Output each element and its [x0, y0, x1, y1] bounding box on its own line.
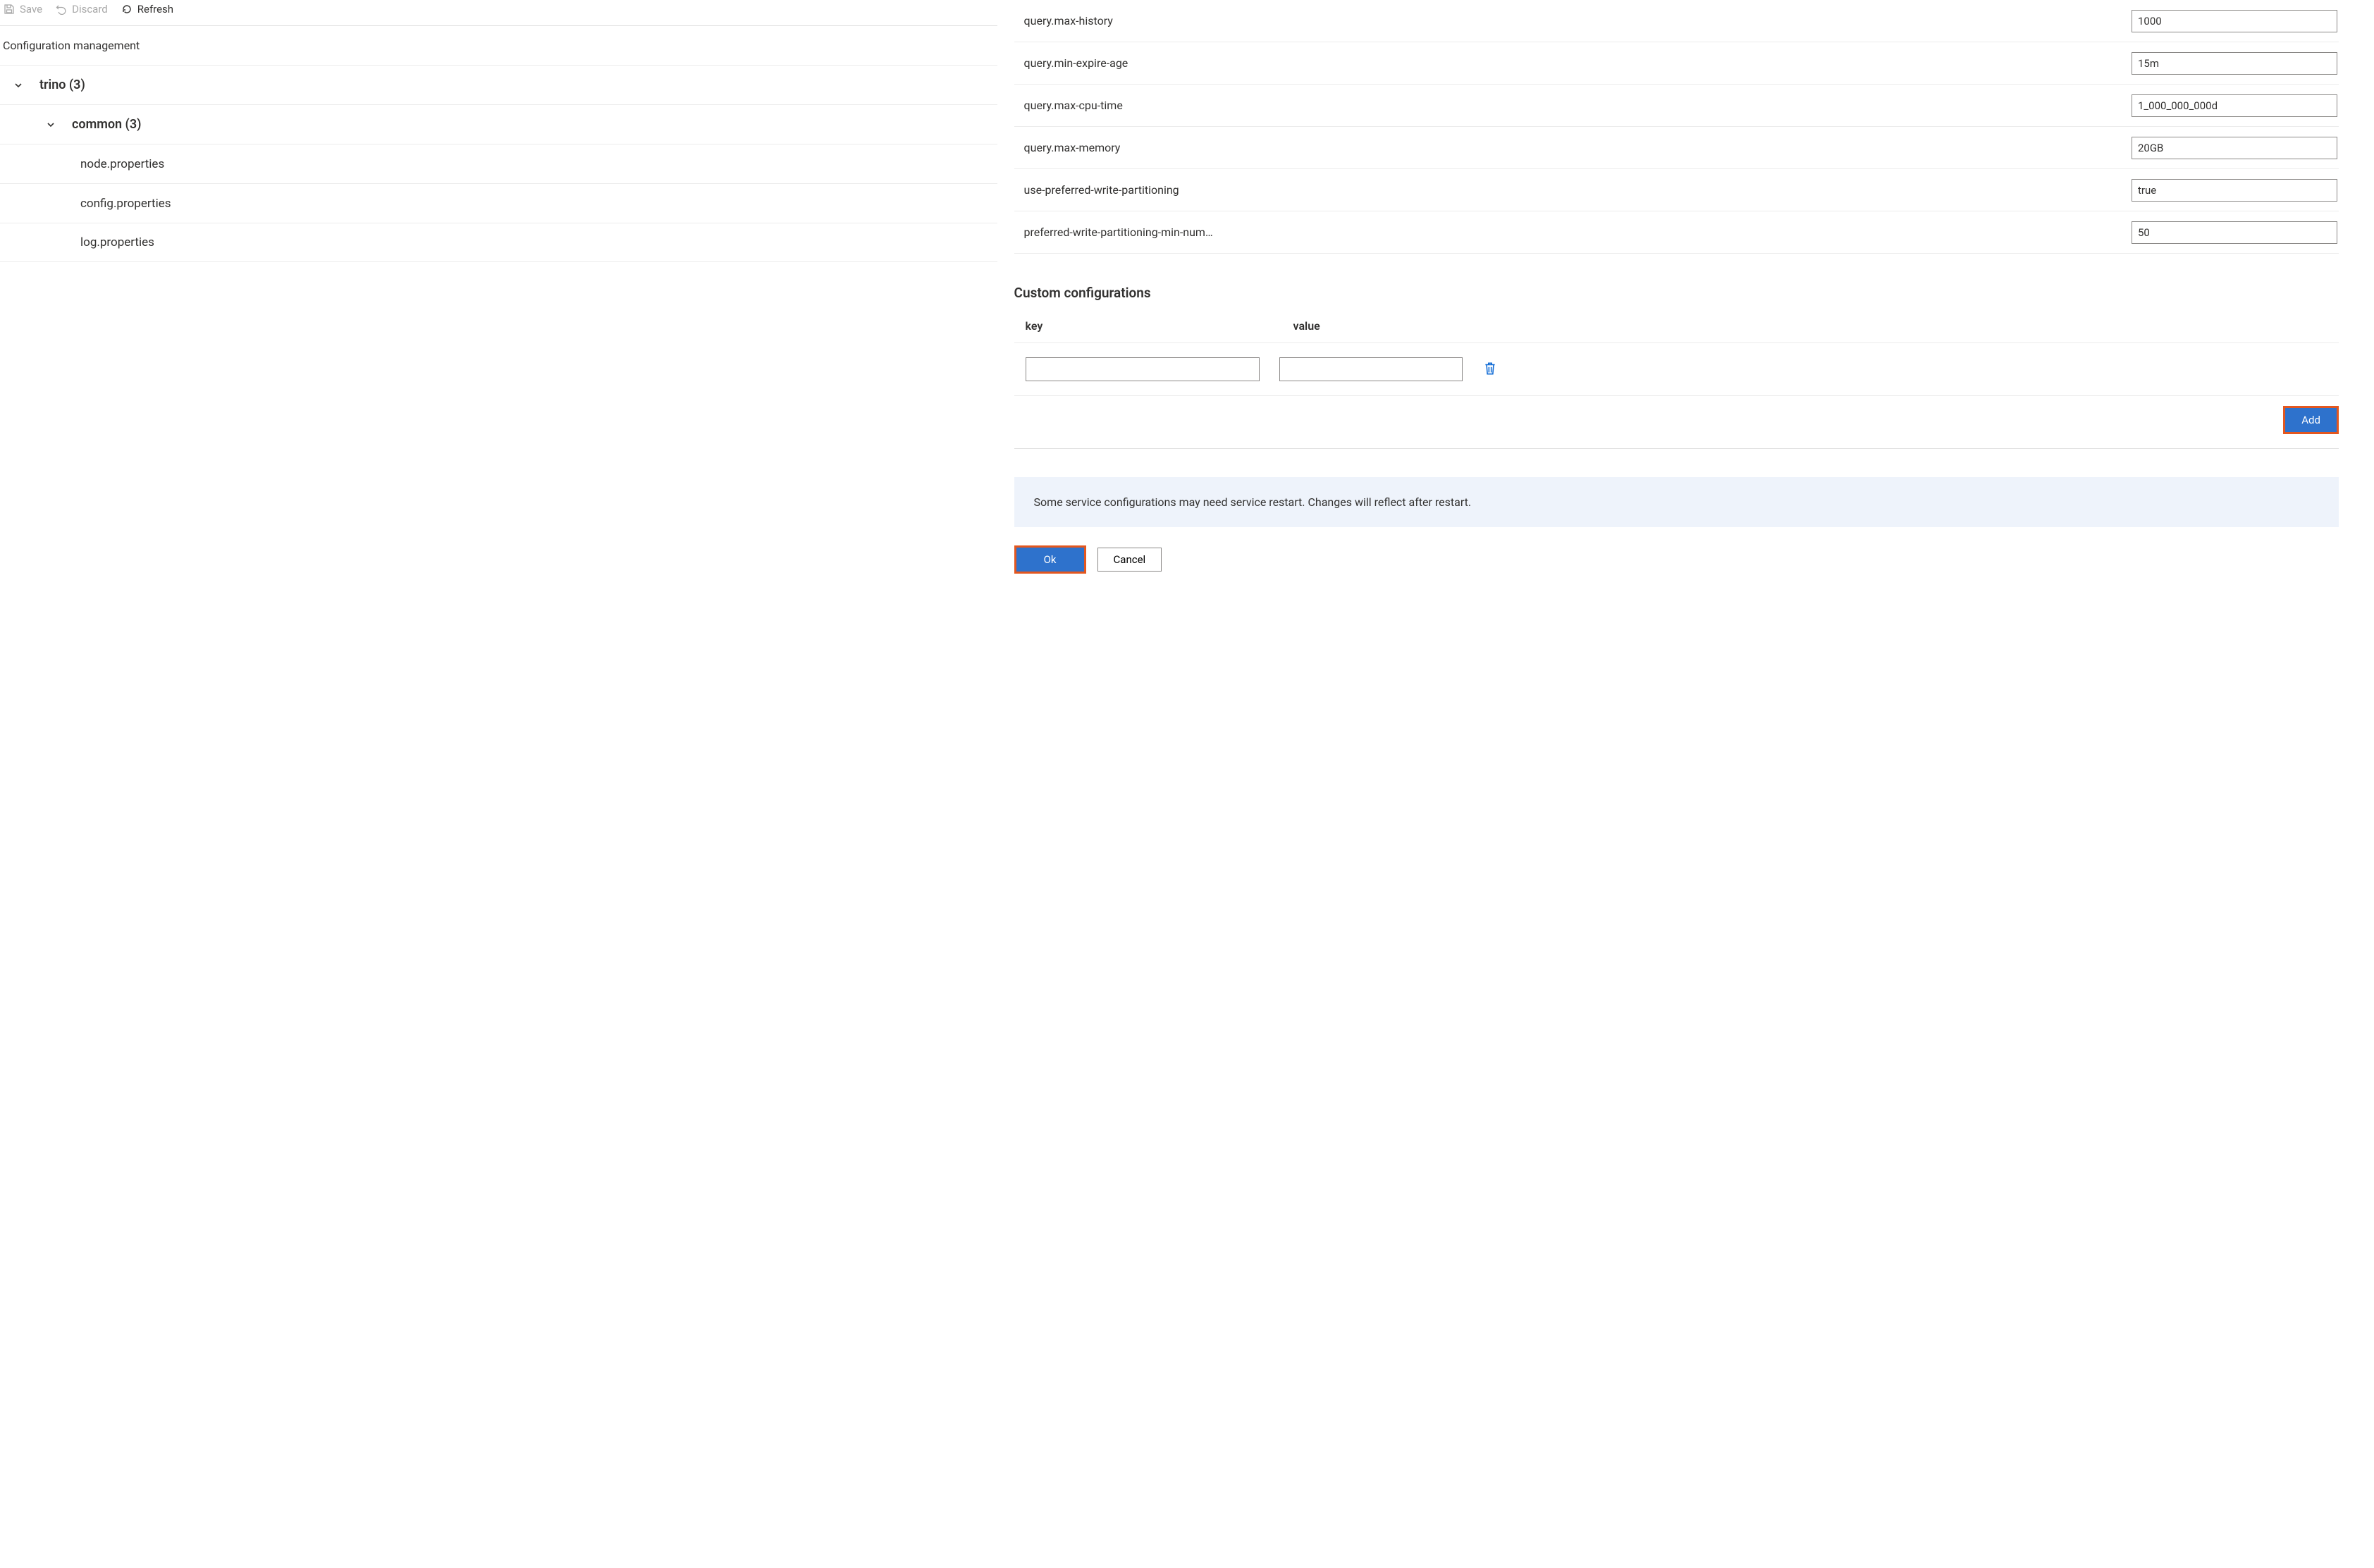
refresh-button[interactable]: Refresh	[121, 3, 173, 16]
custom-headers: key value	[1014, 319, 2339, 343]
custom-value-header: value	[1293, 319, 1320, 333]
tree-node-trino[interactable]: trino (3)	[0, 65, 997, 104]
tree-node-common[interactable]: common (3)	[0, 104, 997, 144]
page-title: Configuration management	[0, 26, 997, 65]
refresh-icon	[121, 3, 133, 16]
tree-label: trino (3)	[39, 78, 85, 92]
refresh-label: Refresh	[137, 3, 173, 16]
tree-leaf-config-properties[interactable]: config.properties	[0, 183, 997, 223]
chevron-down-icon	[13, 81, 24, 89]
tree-leaf-node-properties[interactable]: node.properties	[0, 144, 997, 183]
custom-key-input[interactable]	[1026, 357, 1260, 381]
config-input-preferred-write-partitioning-min-num[interactable]	[2132, 221, 2337, 244]
toolbar: Save Discard Refresh	[0, 0, 997, 26]
config-row: use-preferred-write-partitioning	[1014, 169, 2339, 211]
custom-config-row	[1014, 343, 2339, 396]
tree-label: config.properties	[80, 197, 171, 211]
config-input-query-max-memory[interactable]	[2132, 137, 2337, 159]
add-row: Add	[1014, 396, 2339, 449]
custom-key-header: key	[1026, 319, 1293, 333]
ok-button-highlight: Ok	[1014, 545, 1086, 574]
config-tree: trino (3) common (3) node.properties con…	[0, 65, 997, 262]
save-icon	[3, 3, 16, 16]
info-banner: Some service configurations may need ser…	[1014, 477, 2339, 527]
discard-button[interactable]: Discard	[55, 3, 108, 16]
cancel-button[interactable]: Cancel	[1097, 548, 1162, 572]
discard-label: Discard	[72, 3, 108, 16]
config-label: query.min-expire-age	[1024, 56, 1128, 70]
config-input-use-preferred-write-partitioning[interactable]	[2132, 179, 2337, 202]
save-button[interactable]: Save	[3, 3, 42, 16]
save-label: Save	[20, 3, 42, 16]
config-row: query.max-history	[1014, 0, 2339, 42]
custom-value-input[interactable]	[1279, 357, 1463, 381]
config-label: query.max-cpu-time	[1024, 99, 1123, 112]
config-input-query-max-cpu-time[interactable]	[2132, 94, 2337, 117]
config-row: query.max-memory	[1014, 127, 2339, 169]
tree-label: log.properties	[80, 235, 154, 249]
config-input-query-max-history[interactable]	[2132, 10, 2337, 32]
tree-label: common (3)	[72, 117, 141, 132]
chevron-down-icon	[45, 121, 56, 129]
action-bar: Ok Cancel	[1014, 545, 2339, 574]
custom-configurations-heading: Custom configurations	[1014, 254, 2339, 319]
config-row: query.min-expire-age	[1014, 42, 2339, 85]
trash-icon	[1484, 361, 1496, 378]
config-label: query.max-history	[1024, 14, 1113, 27]
config-row: query.max-cpu-time	[1014, 85, 2339, 127]
undo-icon	[55, 3, 68, 16]
config-label: preferred-write-partitioning-min-num…	[1024, 226, 1213, 239]
tree-label: node.properties	[80, 157, 164, 171]
ok-button[interactable]: Ok	[1016, 548, 1084, 572]
tree-leaf-log-properties[interactable]: log.properties	[0, 223, 997, 262]
add-button[interactable]: Add	[2285, 408, 2337, 432]
config-row: preferred-write-partitioning-min-num…	[1014, 211, 2339, 254]
config-label: query.max-memory	[1024, 141, 1121, 154]
delete-row-button[interactable]	[1482, 359, 1498, 380]
config-label: use-preferred-write-partitioning	[1024, 183, 1179, 197]
config-input-query-min-expire-age[interactable]	[2132, 52, 2337, 75]
add-button-highlight: Add	[2283, 406, 2339, 434]
config-rows: query.max-history query.min-expire-age q…	[1014, 0, 2339, 254]
